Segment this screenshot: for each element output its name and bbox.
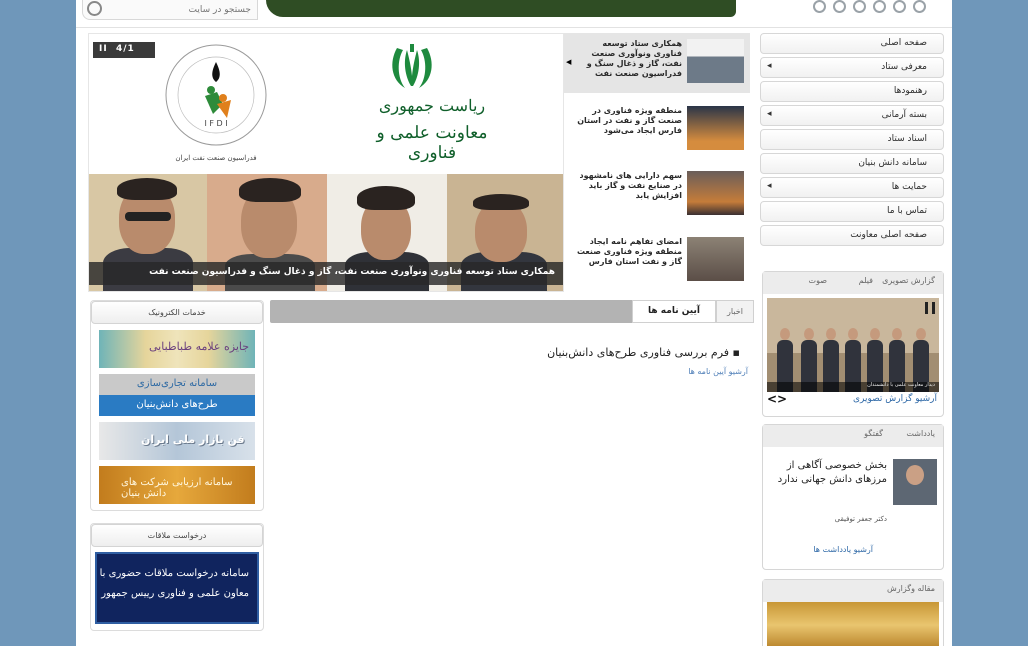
phone-icon[interactable] <box>893 0 906 13</box>
header-band <box>266 0 736 17</box>
ifdi-logo: I F D I فدراسیون صنعت نفت ایران <box>165 44 267 162</box>
star-icon[interactable] <box>853 0 866 13</box>
news-item[interactable]: منطقه ویژه فناوری در صنعت گاز و نفت در ا… <box>564 100 750 160</box>
search-icon[interactable] <box>87 1 102 16</box>
rss-icon[interactable] <box>813 0 826 13</box>
chevron-left-icon: ◂ <box>767 181 772 191</box>
regulations-archive-link[interactable]: آرشیو آیین نامه ها <box>688 367 748 376</box>
presidency-text: ریاست جمهوری <box>378 96 486 115</box>
slider-counter[interactable]: II 4/1 <box>93 42 155 58</box>
award-banner[interactable]: جایزه علامه طباطبایی <box>99 330 255 368</box>
news-thumbnail <box>687 237 744 281</box>
eservices-title: خدمات الکترونیک <box>91 301 263 324</box>
gallery-caption: دیدار معاونت علمی با دانشمندان <box>767 382 939 392</box>
news-thumbnail <box>687 171 744 215</box>
iran-emblem-icon <box>392 44 432 88</box>
menu-item-guidelines[interactable]: رهنمودها <box>760 81 944 102</box>
author-photo <box>893 459 937 505</box>
page: صفحه اصلی ◂معرفی ستاد رهنمودها ◂بسته آرم… <box>76 0 952 646</box>
top-bar <box>76 0 952 28</box>
menu-item-about[interactable]: ◂ معرفی ستاد <box>760 57 944 78</box>
notes-archive-link[interactable]: آرشیو یادداشت ها <box>813 545 873 554</box>
gallery-image[interactable]: دیدار معاونت علمی با دانشمندان <box>767 298 939 392</box>
visit-request-banner[interactable]: سامانه درخواست ملاقات حضوری با معاون علم… <box>95 552 259 624</box>
main-menu: صفحه اصلی ◂ معرفی ستاد رهنمودها ◂ بسته آرم… <box>760 33 944 249</box>
gallery-archive-link[interactable]: آرشیو گزارش تصویری <box>853 394 937 404</box>
logo-subtitle: فدراسیون صنعت نفت ایران <box>175 154 256 162</box>
logo-letters: I F D I <box>204 119 227 128</box>
tab-regulations[interactable]: آیین نامه ها <box>632 300 716 323</box>
gallery-box: گزارش تصویری فیلم صوت دیدار معاونت علمی … <box>762 271 944 417</box>
chevron-left-icon: ◂ <box>767 61 772 71</box>
pause-icon[interactable] <box>925 302 935 314</box>
tab-news[interactable]: اخبار <box>716 300 754 323</box>
visit-title: درخواست ملاقات <box>91 524 263 547</box>
menu-item-contact[interactable]: تماس با ما <box>760 201 944 222</box>
commercialization-banner[interactable]: سامانه تجاری‌سازی طرح‌های دانش‌بنیان <box>99 374 255 416</box>
sitemap-icon[interactable] <box>913 0 926 13</box>
tab-photo-report[interactable]: گزارش تصویری <box>882 276 935 285</box>
notes-tabs: یادداشت گفتگو <box>763 425 943 447</box>
pause-icon[interactable]: II <box>99 44 108 54</box>
news-thumbnail <box>687 106 744 150</box>
left-column: خدمات الکترونیک جایزه علامه طباطبایی سام… <box>90 300 264 631</box>
menu-item-knowledge-system[interactable]: سامانه دانش بنیان <box>760 153 944 174</box>
menu-item-support[interactable]: ◂ حمایت ها <box>760 177 944 198</box>
tab-article[interactable]: مقاله وگزارش <box>887 584 935 593</box>
eservices-box: خدمات الکترونیک جایزه علامه طباطبایی سام… <box>90 300 264 511</box>
headline-slider[interactable]: II 4/1 I F D I فدراسیون صنعت نفت ایران ر… <box>88 33 564 292</box>
search-box[interactable] <box>82 0 258 20</box>
news-list: همکاری ستاد توسعه فناوری ونوآوری صنعت نف… <box>564 33 750 292</box>
menu-item-documents[interactable]: اسناد ستاد <box>760 129 944 150</box>
menu-item-package[interactable]: ◂ بسته آرمانی <box>760 105 944 126</box>
article-tabs: مقاله وگزارش <box>763 580 943 602</box>
deputy-text: معاونت علمی و فناوری <box>376 123 488 163</box>
article-image[interactable] <box>767 602 939 646</box>
info-icon[interactable] <box>873 0 886 13</box>
gallery-tabs: گزارش تصویری فیلم صوت <box>763 272 943 294</box>
slider-caption[interactable]: همکاری ستاد توسعه فناوری ونوآوری صنعت نف… <box>89 262 563 285</box>
tab-bar: اخبار آیین نامه ها <box>270 300 754 323</box>
tab-audio[interactable]: صوت <box>809 276 827 285</box>
home-icon[interactable] <box>833 0 846 13</box>
play-icon: ◀ <box>566 58 572 66</box>
tab-note[interactable]: یادداشت <box>906 429 935 438</box>
chevron-left-icon: ◂ <box>767 109 772 119</box>
article-box: مقاله وگزارش <box>762 579 944 646</box>
search-input[interactable] <box>111 2 251 17</box>
tech-market-banner[interactable]: فن بازار ملی ایران <box>99 422 255 460</box>
deputy-title: ریاست جمهوری معاونت علمی و فناوری <box>357 96 507 163</box>
news-thumbnail <box>687 39 744 83</box>
evaluation-banner[interactable]: سامانه ارزیابی شرکت های دانش بنیان <box>99 466 255 504</box>
note-title[interactable]: بخش خصوصی آگاهی از مرزهای دانش جهانی ندا… <box>769 459 887 487</box>
gallery-nav-arrows[interactable]: <> <box>767 392 787 406</box>
regulation-list-item[interactable]: ▪ فرم بررسی فناوری طرح‌های دانش‌بنیان <box>547 346 740 359</box>
tab-film[interactable]: فیلم <box>859 276 873 285</box>
menu-item-home[interactable]: صفحه اصلی <box>760 33 944 54</box>
visit-box: درخواست ملاقات سامانه درخواست ملاقات حضو… <box>90 523 264 631</box>
news-item[interactable]: امضای تفاهم نامه ایجاد منطقه ویژه فناوری… <box>564 231 750 291</box>
news-item[interactable]: سهم دارایی های نامشهود در صنایع نفت و گا… <box>564 165 750 225</box>
notes-box: یادداشت گفتگو بخش خصوصی آگاهی از مرزهای … <box>762 424 944 570</box>
news-item[interactable]: همکاری ستاد توسعه فناوری ونوآوری صنعت نف… <box>564 33 750 93</box>
tab-dialog[interactable]: گفتگو <box>864 429 883 438</box>
menu-item-deputy-home[interactable]: صفحه اصلی معاونت <box>760 225 944 246</box>
social-icons <box>813 0 926 20</box>
note-author: دکتر جعفر توفیقی <box>834 515 887 523</box>
center-tabs: اخبار آیین نامه ها ▪ فرم بررسی فناوری طر… <box>270 300 754 646</box>
